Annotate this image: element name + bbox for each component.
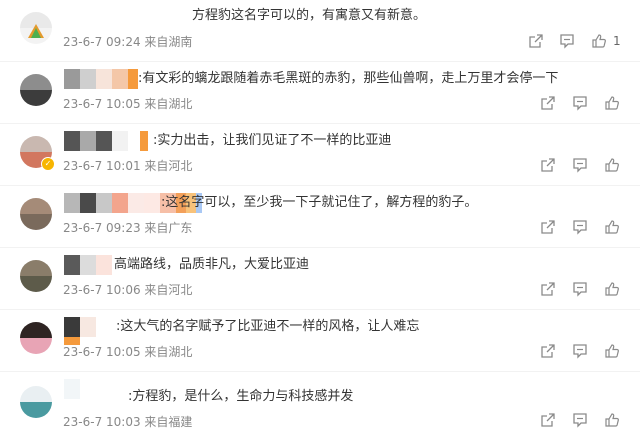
- comment-text: :实力出击，让我们见证了不一样的比亚迪: [153, 133, 392, 148]
- comment-text: 方程豹这名字可以的，有寓意又有新意。: [192, 8, 427, 23]
- share-icon[interactable]: [540, 343, 558, 361]
- comment-meta: 23-6-7 10:05 来自湖北: [63, 97, 193, 111]
- comment-item: :这名字可以，至少我一下子就记住了，解方程的豹子。 23-6-7 09:23 来…: [0, 186, 640, 248]
- share-icon[interactable]: [540, 281, 558, 299]
- comment-meta: 23-6-7 10:03 来自福建: [63, 415, 193, 429]
- thumbs-up-icon[interactable]: [604, 412, 622, 430]
- comment-icon[interactable]: [572, 343, 590, 361]
- avatar[interactable]: [20, 260, 52, 292]
- comment-item: :这大气的名字赋予了比亚迪不一样的风格，让人难忘 23-6-7 10:05 来自…: [0, 310, 640, 372]
- thumbs-up-icon[interactable]: [604, 281, 622, 299]
- comment-text: :这大气的名字赋予了比亚迪不一样的风格，让人难忘: [116, 319, 420, 334]
- comment-icon[interactable]: [559, 33, 577, 51]
- avatar[interactable]: [20, 198, 52, 230]
- share-icon[interactable]: [540, 219, 558, 237]
- comment-meta: 23-6-7 10:06 来自河北: [63, 283, 193, 297]
- comment-meta: 23-6-7 09:23 来自广东: [63, 221, 193, 235]
- comment-icon[interactable]: [572, 157, 590, 175]
- comment-text: :这名字可以，至少我一下子就记住了，解方程的豹子。: [161, 195, 478, 210]
- comment-text: :方程豹，是什么，生命力与科技感并发: [128, 389, 354, 404]
- comment-text: :有文彩的螭龙跟随着赤毛黑斑的赤豹，那些仙兽啊，走上万里才会停一下: [138, 71, 559, 86]
- comment-meta: 23-6-7 09:24 来自湖南: [63, 35, 193, 49]
- comment-item: ✓ :实力出击，让我们见证了不一样的比亚迪 23-6-7 10:01 来自河北: [0, 124, 640, 186]
- share-icon[interactable]: [540, 157, 558, 175]
- share-icon[interactable]: [540, 412, 558, 430]
- thumbs-up-icon[interactable]: [604, 95, 622, 113]
- thumbs-up-icon[interactable]: [604, 219, 622, 237]
- comment-text: 高端路线，品质非凡，大爱比亚迪: [114, 257, 310, 272]
- comment-item: 高端路线，品质非凡，大爱比亚迪 23-6-7 10:06 来自河北: [0, 248, 640, 310]
- comment-item: :方程豹，是什么，生命力与科技感并发 23-6-7 10:03 来自福建: [0, 372, 640, 434]
- avatar[interactable]: [20, 74, 52, 106]
- thumbs-up-icon[interactable]: [604, 157, 622, 175]
- comment-icon[interactable]: [572, 281, 590, 299]
- comment-meta: 23-6-7 10:01 来自河北: [63, 159, 193, 173]
- share-icon[interactable]: [528, 33, 546, 51]
- like-count: 1: [613, 34, 621, 48]
- avatar[interactable]: [20, 322, 52, 354]
- avatar[interactable]: [20, 12, 52, 44]
- comment-icon[interactable]: [572, 95, 590, 113]
- comment-item: :有文彩的螭龙跟随着赤毛黑斑的赤豹，那些仙兽啊，走上万里才会停一下 23-6-7…: [0, 62, 640, 124]
- avatar[interactable]: [20, 386, 52, 418]
- verified-badge-icon: ✓: [41, 157, 55, 171]
- comment-meta: 23-6-7 10:05 来自湖北: [63, 345, 193, 359]
- comment-icon[interactable]: [572, 412, 590, 430]
- thumbs-up-icon[interactable]: [604, 343, 622, 361]
- share-icon[interactable]: [540, 95, 558, 113]
- comment-icon[interactable]: [572, 219, 590, 237]
- comment-item: 方程豹这名字可以的，有寓意又有新意。 23-6-7 09:24 来自湖南 1: [0, 0, 640, 62]
- thumbs-up-icon[interactable]: [591, 33, 609, 51]
